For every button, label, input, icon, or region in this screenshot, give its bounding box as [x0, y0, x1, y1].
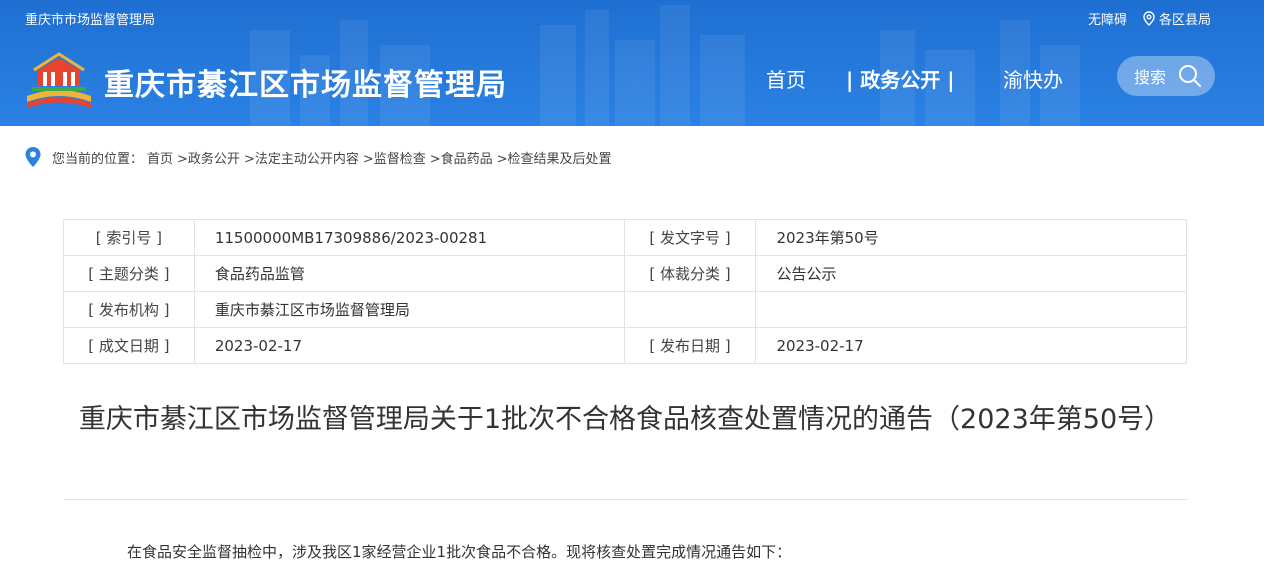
- publisher-value: 重庆市綦江区市场监督管理局: [193, 291, 625, 328]
- nav-yukuaiban[interactable]: 渝快办: [1003, 64, 1063, 93]
- site-title[interactable]: 重庆市綦江区市场监督管理局: [104, 60, 507, 104]
- accessibility-link[interactable]: 无障碍: [1088, 9, 1127, 28]
- breadcrumb-supervision[interactable]: >监督检查: [363, 148, 426, 167]
- search-button[interactable]: 搜索: [1117, 56, 1215, 96]
- index-no-value: 11500000MB17309886/2023-00281: [193, 219, 625, 256]
- topic-label: [ 主题分类 ]: [63, 255, 195, 292]
- districts-label: 各区县局: [1158, 13, 1211, 28]
- empty-cell: [755, 291, 1187, 328]
- table-row: [ 主题分类 ] 食品药品监管 [ 体裁分类 ] 公告公示: [63, 255, 1187, 292]
- location-pin-icon: [1143, 11, 1155, 26]
- article-paragraph: 在食品安全监督抽检中，涉及我区1家经营企业1批次食品不合格。现将核查处置完成情况…: [127, 543, 792, 561]
- parent-agency-link[interactable]: 重庆市市场监督管理局: [25, 9, 155, 28]
- search-icon: [1179, 65, 1202, 87]
- doc-no-label: [ 发文字号 ]: [623, 219, 757, 256]
- article-title: 重庆市綦江区市场监督管理局关于1批次不合格食品核查处置情况的通告（2023年第5…: [78, 404, 1172, 435]
- empty-cell: [623, 291, 757, 328]
- table-row: [ 索引号 ] 11500000MB17309886/2023-00281 [ …: [63, 219, 1187, 256]
- breadcrumb-statutory-content[interactable]: >法定主动公开内容: [244, 148, 359, 167]
- written-date-label: [ 成文日期 ]: [63, 327, 195, 364]
- genre-value: 公告公示: [755, 255, 1187, 292]
- breadcrumb-home[interactable]: 首页: [147, 148, 173, 167]
- top-utility-links: 无障碍 各区县局: [1088, 9, 1211, 28]
- districts-link[interactable]: 各区县局: [1143, 9, 1211, 28]
- nav-home[interactable]: 首页: [766, 64, 806, 93]
- search-label: 搜索: [1134, 68, 1167, 87]
- breadcrumb-gov-public[interactable]: >政务公开: [177, 148, 240, 167]
- topic-value: 食品药品监管: [193, 255, 625, 292]
- published-date-value: 2023-02-17: [755, 327, 1187, 364]
- genre-label: [ 体裁分类 ]: [623, 255, 757, 292]
- doc-no-value: 2023年第50号: [755, 219, 1187, 256]
- publisher-label: [ 发布机构 ]: [63, 291, 195, 328]
- site-header: 重庆市市场监督管理局 无障碍 各区县局 重庆市綦江区市场监督管理局 首页 | 政…: [0, 0, 1264, 126]
- title-divider: [63, 499, 1187, 500]
- published-date-label: [ 发布日期 ]: [623, 327, 757, 364]
- breadcrumb: 您当前的位置： 首页 >政务公开 >法定主动公开内容 >监督检查 >食品药品 >…: [24, 146, 612, 168]
- location-pin-icon: [25, 147, 41, 167]
- table-row: [ 成文日期 ] 2023-02-17 [ 发布日期 ] 2023-02-17: [63, 327, 1187, 364]
- written-date-value: 2023-02-17: [193, 327, 625, 364]
- nav-gov-public[interactable]: | 政务公开 |: [846, 64, 955, 93]
- index-no-label: [ 索引号 ]: [63, 219, 195, 256]
- breadcrumb-food-drug[interactable]: >食品药品: [430, 148, 493, 167]
- breadcrumb-inspection-results[interactable]: >检查结果及后处置: [497, 148, 612, 167]
- site-logo-icon[interactable]: [24, 50, 94, 110]
- table-row: [ 发布机构 ] 重庆市綦江区市场监督管理局: [63, 291, 1187, 328]
- breadcrumb-prefix: 您当前的位置：: [52, 151, 144, 167]
- document-metadata-table: [ 索引号 ] 11500000MB17309886/2023-00281 [ …: [63, 219, 1187, 364]
